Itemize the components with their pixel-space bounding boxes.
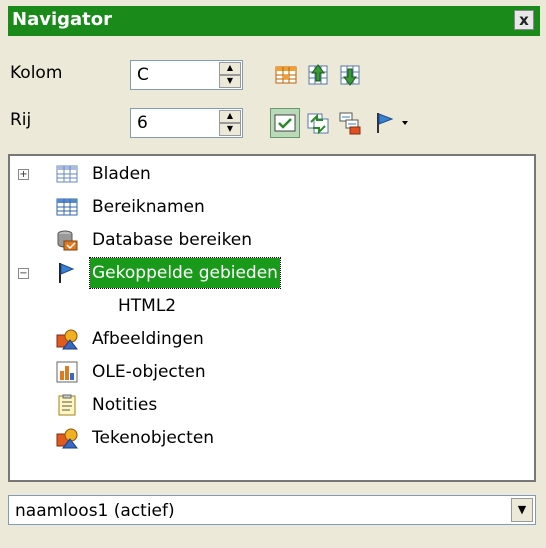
notes-icon	[58, 394, 76, 416]
document-select-value: naamloos1 (actief)	[15, 501, 175, 521]
expand-sheets-icon[interactable]: +	[18, 169, 29, 180]
end-icon	[340, 65, 360, 86]
range-names-icon	[56, 198, 78, 216]
tree-item-notes[interactable]: Notities	[10, 390, 530, 420]
tree-item-label: Bladen	[92, 164, 151, 184]
document-select[interactable]: naamloos1 (actief) ▼	[8, 495, 536, 525]
title-bar: Navigator x	[8, 6, 540, 36]
tree-item-linked-areas[interactable]: − Gekoppelde gebieden	[10, 257, 530, 289]
data-area-icon	[275, 66, 297, 84]
column-input[interactable]: C ▲ ▼	[130, 60, 243, 90]
row-down-button[interactable]: ▼	[219, 123, 241, 136]
tree-item-images[interactable]: Afbeeldingen	[10, 324, 530, 354]
tree-item-label: Tekenobjecten	[92, 428, 215, 448]
start-button[interactable]	[305, 62, 331, 88]
tree-item-label: Notities	[92, 395, 158, 415]
tree-item-label: OLE-objecten	[92, 362, 206, 382]
data-area-button[interactable]	[273, 62, 299, 88]
row-up-button[interactable]: ▲	[219, 110, 241, 123]
tree-item-label-selected: Gekoppelde gebieden	[89, 257, 281, 289]
row-input[interactable]: 6 ▲ ▼	[130, 108, 243, 138]
column-up-button[interactable]: ▲	[219, 62, 241, 75]
tree-item-label: HTML2	[118, 296, 177, 316]
drag-mode-icon	[377, 113, 408, 133]
tree-item-label: Database bereiken	[92, 230, 253, 250]
navigator-tree[interactable]: + Bladen Bereiknamen Database bereiken −…	[8, 154, 536, 482]
contents-button[interactable]	[270, 108, 300, 138]
scenarios-button[interactable]	[337, 110, 363, 136]
tree-item-label: Bereiknamen	[92, 197, 205, 217]
tree-item-sheets[interactable]: + Bladen	[10, 159, 530, 189]
sheets-icon	[56, 165, 78, 183]
row-spinner[interactable]: ▲ ▼	[219, 110, 241, 136]
collapse-linked-areas-icon[interactable]: −	[18, 268, 29, 279]
dropdown-arrow-icon[interactable]: ▼	[511, 498, 533, 522]
scenarios-icon	[339, 112, 361, 135]
close-button[interactable]: x	[514, 10, 534, 30]
window-title: Navigator	[12, 9, 112, 30]
toggle-button[interactable]	[305, 110, 331, 136]
tree-item-html2[interactable]: HTML2	[10, 291, 530, 321]
row-value: 6	[137, 113, 148, 133]
row-label: Rij	[10, 110, 32, 130]
contents-icon	[274, 114, 296, 132]
column-spinner[interactable]: ▲ ▼	[219, 62, 241, 88]
column-down-button[interactable]: ▼	[219, 75, 241, 88]
linked-areas-icon	[59, 263, 75, 283]
tree-item-range-names[interactable]: Bereiknamen	[10, 192, 530, 222]
images-icon	[56, 329, 78, 350]
tree-item-drawing-objects[interactable]: Tekenobjecten	[10, 423, 530, 453]
database-ranges-icon	[57, 230, 78, 251]
column-label: Kolom	[10, 63, 63, 83]
start-icon	[308, 64, 328, 85]
column-value: C	[137, 65, 149, 85]
tree-item-database-ranges[interactable]: Database bereiken	[10, 225, 530, 255]
drag-mode-button[interactable]	[372, 110, 412, 136]
tree-item-label: Afbeeldingen	[92, 329, 204, 349]
ole-objects-icon	[56, 361, 78, 383]
drawing-objects-icon	[56, 428, 78, 449]
toggle-icon	[307, 113, 329, 135]
end-button[interactable]	[337, 62, 363, 88]
tree-item-ole-objects[interactable]: OLE-objecten	[10, 357, 530, 387]
